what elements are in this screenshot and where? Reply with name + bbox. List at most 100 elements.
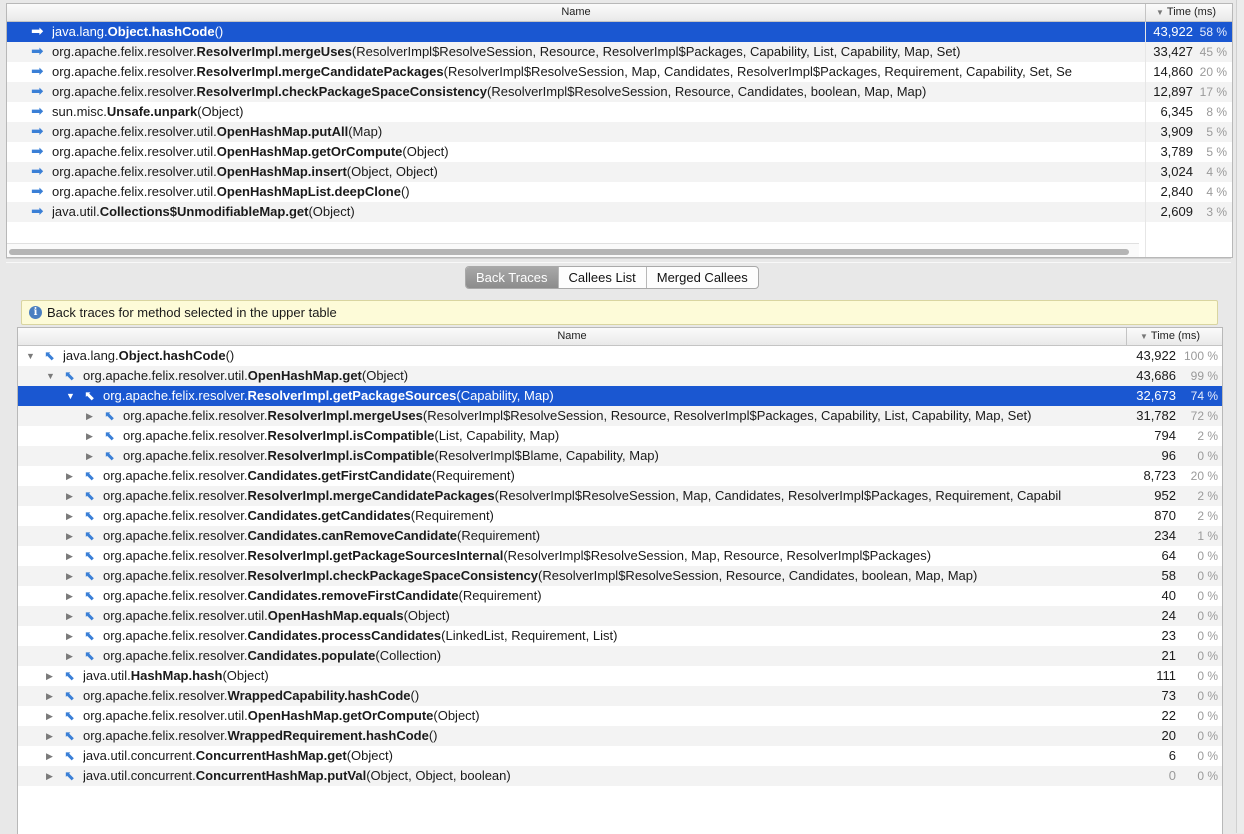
tree-row[interactable]: ▼ ⬉ org.apache.felix.resolver.ResolverImpl… [18, 386, 1222, 406]
pane-splitter[interactable] [6, 258, 1231, 263]
expand-closed-icon[interactable]: ▶ [66, 546, 73, 566]
table-row[interactable]: ➡ java.lang.Object.hashCode() 43,922 58 % [7, 22, 1232, 42]
column-header-name[interactable]: Name [7, 6, 1145, 18]
table-row[interactable]: ➡ org.apache.felix.resolver.ResolverImpl.… [7, 42, 1232, 62]
time-ms: 234 [1154, 528, 1176, 543]
method-name: org.apache.felix.resolver.WrappedRequire… [83, 726, 1126, 746]
expand-open-icon[interactable]: ▼ [66, 386, 75, 406]
method-package: org.apache.felix.resolver.util. [83, 708, 248, 723]
tree-row[interactable]: ▶ ⬉ org.apache.felix.resolver.ResolverImpl… [18, 406, 1222, 426]
expand-closed-icon[interactable]: ▶ [46, 746, 53, 766]
tab-back-traces[interactable]: Back Traces [466, 267, 559, 288]
method-package: java.util. [52, 204, 100, 219]
tree-row[interactable]: ▶ ⬉ java.util.concurrent.ConcurrentHashMap… [18, 746, 1222, 766]
tree-row[interactable]: ▶ ⬉ org.apache.felix.resolver.ResolverImpl… [18, 546, 1222, 566]
horizontal-scrollbar[interactable] [7, 243, 1139, 257]
back-trace-arrow-icon: ⬉ [64, 768, 75, 783]
table-row[interactable]: ➡ org.apache.felix.resolver.util.OpenHash… [7, 162, 1232, 182]
time-percent: 5 % [1206, 145, 1227, 159]
method-class-name: ResolverImpl.mergeUses [196, 44, 352, 59]
tree-row[interactable]: ▶ ⬉ org.apache.felix.resolver.util.OpenHas… [18, 706, 1222, 726]
table-row[interactable]: ➡ java.util.Collections$UnmodifiableMap.g… [7, 202, 1232, 222]
tree-row[interactable]: ▶ ⬉ org.apache.felix.resolver.Candidates.g… [18, 506, 1222, 526]
tree-row[interactable]: ▶ ⬉ org.apache.felix.resolver.ResolverImpl… [18, 446, 1222, 466]
time-percent: 0 % [1197, 689, 1218, 703]
back-traces-tree[interactable]: Name ▼ Time (ms) ▼ ⬉ java.lang.Object.hashC… [17, 327, 1223, 834]
time-percent: 2 % [1197, 489, 1218, 503]
time-ms: 22 [1161, 708, 1176, 723]
time-percent: 0 % [1197, 609, 1218, 623]
expand-closed-icon[interactable]: ▶ [66, 486, 73, 506]
time-percent: 3 % [1206, 205, 1227, 219]
tree-row[interactable]: ▶ ⬉ org.apache.felix.resolver.Candidates.r… [18, 586, 1222, 606]
arrow-right-icon: ➡ [31, 123, 44, 140]
expand-closed-icon[interactable]: ▶ [66, 646, 73, 666]
column-header-time[interactable]: ▼ Time (ms) [1146, 6, 1216, 18]
method-class-name: HashMap.hash [130, 668, 223, 683]
table-row[interactable]: ➡ org.apache.felix.resolver.ResolverImpl.… [7, 82, 1232, 102]
column-header-name[interactable]: Name [18, 330, 1126, 342]
method-class-name: Unsafe.unpark [106, 104, 198, 119]
time-percent: 99 % [1190, 369, 1218, 383]
time-percent: 20 % [1199, 65, 1227, 79]
expand-closed-icon[interactable]: ▶ [46, 766, 53, 786]
table-row[interactable]: ➡ sun.misc.Unsafe.unpark(Object) 6,345 8 % [7, 102, 1232, 122]
time-percent: 4 % [1206, 165, 1227, 179]
tab-merged-callees[interactable]: Merged Callees [647, 267, 758, 288]
tree-row[interactable]: ▶ ⬉ org.apache.felix.resolver.Candidates.p… [18, 646, 1222, 666]
sort-desc-icon: ▼ [1156, 8, 1164, 17]
method-package: org.apache.felix.resolver. [103, 628, 248, 643]
method-name: org.apache.felix.resolver.util.OpenHashM… [52, 122, 1124, 142]
time-ms: 58 [1161, 568, 1176, 583]
table-row[interactable]: ➡ org.apache.felix.resolver.ResolverImpl.… [7, 62, 1232, 82]
tab-callees-list[interactable]: Callees List [559, 267, 647, 288]
table-row[interactable]: ➡ org.apache.felix.resolver.util.OpenHash… [7, 182, 1232, 202]
expand-open-icon[interactable]: ▼ [46, 366, 55, 386]
expand-closed-icon[interactable]: ▶ [66, 586, 73, 606]
method-class-name: Candidates.canRemoveCandidate [247, 528, 458, 543]
time-ms: 794 [1154, 428, 1176, 443]
tree-row[interactable]: ▶ ⬉ org.apache.felix.resolver.Candidates.c… [18, 526, 1222, 546]
expand-closed-icon[interactable]: ▶ [86, 406, 93, 426]
expand-closed-icon[interactable]: ▶ [86, 446, 93, 466]
hot-spots-table[interactable]: Name ▼ Time (ms) ➡ java.lang.Object.hashCo… [6, 3, 1233, 258]
method-class-name: OpenHashMap.getOrCompute [216, 144, 403, 159]
tree-row[interactable]: ▶ ⬉ org.apache.felix.resolver.ResolverImpl… [18, 486, 1222, 506]
column-divider[interactable] [1126, 328, 1127, 345]
time-ms: 2,840 [1160, 184, 1193, 199]
tree-row[interactable]: ▶ ⬉ org.apache.felix.resolver.WrappedRequi… [18, 726, 1222, 746]
expand-closed-icon[interactable]: ▶ [66, 606, 73, 626]
table-row[interactable]: ➡ org.apache.felix.resolver.util.OpenHash… [7, 122, 1232, 142]
expand-open-icon[interactable]: ▼ [26, 346, 35, 366]
expand-closed-icon[interactable]: ▶ [46, 726, 53, 746]
expand-closed-icon[interactable]: ▶ [86, 426, 93, 446]
expand-closed-icon[interactable]: ▶ [66, 506, 73, 526]
tree-row[interactable]: ▶ ⬉ org.apache.felix.resolver.ResolverImpl… [18, 426, 1222, 446]
time-ms: 96 [1161, 448, 1176, 463]
tree-row[interactable]: ▼ ⬉ org.apache.felix.resolver.util.OpenHas… [18, 366, 1222, 386]
tree-row[interactable]: ▼ ⬉ java.lang.Object.hashCode() 43,922 100 % [18, 346, 1222, 366]
method-name: org.apache.felix.resolver.Candidates.get… [103, 506, 1126, 526]
expand-closed-icon[interactable]: ▶ [66, 526, 73, 546]
expand-closed-icon[interactable]: ▶ [46, 706, 53, 726]
tree-row[interactable]: ▶ ⬉ org.apache.felix.resolver.util.OpenHas… [18, 606, 1222, 626]
expand-closed-icon[interactable]: ▶ [66, 626, 73, 646]
column-header-time[interactable]: ▼ Time (ms) [1130, 330, 1200, 342]
method-signature: (ResolverImpl$ResolveSession, Resource, … [538, 568, 978, 583]
method-package: java.util.concurrent. [83, 768, 196, 783]
tree-row[interactable]: ▶ ⬉ org.apache.felix.resolver.WrappedCapab… [18, 686, 1222, 706]
method-signature: () [400, 184, 410, 199]
expand-closed-icon[interactable]: ▶ [46, 686, 53, 706]
expand-closed-icon[interactable]: ▶ [66, 466, 73, 486]
tree-row[interactable]: ▶ ⬉ org.apache.felix.resolver.Candidates.p… [18, 626, 1222, 646]
expand-closed-icon[interactable]: ▶ [46, 666, 53, 686]
tree-row[interactable]: ▶ ⬉ java.util.concurrent.ConcurrentHashMap… [18, 766, 1222, 786]
arrow-right-icon: ➡ [31, 143, 44, 160]
tree-row[interactable]: ▶ ⬉ org.apache.felix.resolver.ResolverImpl… [18, 566, 1222, 586]
tree-row[interactable]: ▶ ⬉ org.apache.felix.resolver.Candidates.g… [18, 466, 1222, 486]
expand-closed-icon[interactable]: ▶ [66, 566, 73, 586]
table-row[interactable]: ➡ org.apache.felix.resolver.util.OpenHash… [7, 142, 1232, 162]
time-ms: 2,609 [1160, 204, 1193, 219]
tree-row[interactable]: ▶ ⬉ java.util.HashMap.hash(Object) 111 0 % [18, 666, 1222, 686]
scrollbar-thumb[interactable] [9, 249, 1129, 255]
